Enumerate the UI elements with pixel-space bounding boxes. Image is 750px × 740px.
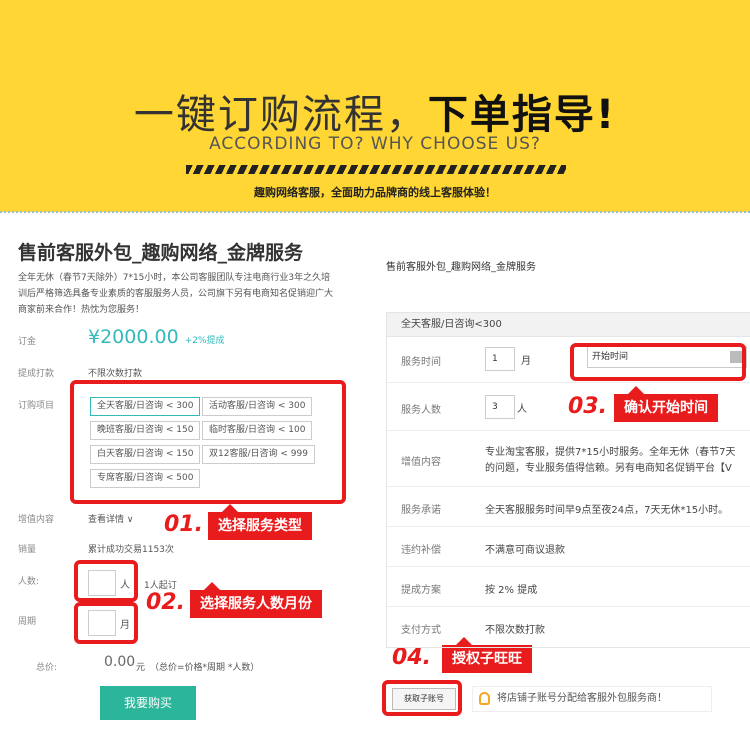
total-value: 0.00: [104, 654, 136, 670]
row-label: 提成方案: [401, 585, 441, 596]
product-title: 售前客服外包_趣购网络_金牌服务: [18, 242, 304, 264]
total-label: 总价:: [36, 663, 58, 673]
banner-title-bold: 下单指导!: [427, 92, 617, 138]
deposit-label: 订金: [18, 337, 37, 347]
buy-button[interactable]: 我要购买: [100, 686, 196, 720]
sales-value: 累计成功交易1153次: [88, 545, 174, 555]
total-unit: 元: [136, 663, 146, 673]
banner-title-light: 一键订购流程，: [133, 92, 428, 138]
addon-text-1: 专业淘宝客服，提供7*15小时服务。全年无休（春节7天: [485, 447, 736, 458]
people-label: 人数:: [18, 577, 40, 587]
deposit-price: ¥2000.00 +2%提成: [88, 326, 225, 348]
service-time-input[interactable]: 1: [485, 347, 515, 371]
form-row: 服务人数 3 人: [387, 383, 750, 431]
banner-tagline: 趣购网络客服，全面助力品牌商的线上客服体验！: [254, 186, 496, 199]
row-label: 服务人数: [401, 405, 441, 416]
banner-stripe: [186, 165, 566, 174]
row-label: 支付方式: [401, 625, 441, 636]
tip-text: 将店铺子账号分配给客服外包服务商！: [497, 693, 667, 704]
sales-label: 销量: [18, 545, 37, 555]
banner-title: 一键订购流程，下单指导!: [0, 82, 750, 140]
form-row: 提成方案 按 2% 提成: [387, 567, 750, 607]
form-header: 全天客服/日咨询<300: [387, 313, 750, 337]
row-label: 服务时间: [401, 357, 441, 368]
row-label: 增值内容: [401, 457, 441, 468]
service-people-unit: 人: [517, 404, 527, 415]
row-value: 按 2% 提成: [485, 585, 538, 596]
total-formula: （总价=价格*周期 *人数）: [150, 663, 260, 673]
addon-label: 增值内容: [18, 515, 55, 525]
header-banner: 一键订购流程，下单指导! ACCORDING TO? WHY CHOOSE US…: [0, 0, 750, 212]
tip-banner: 将店铺子账号分配给客服外包服务商！: [472, 686, 712, 712]
highlight-box-subaccount: [382, 680, 462, 716]
service-time-unit: 月: [521, 356, 531, 367]
form-row: 服务承诺 全天客服服务时间早9点至夜24点，7天无休*15小时。: [387, 487, 750, 527]
bargain-value: 不限次数打款: [88, 369, 143, 379]
form-row: 增值内容 专业淘宝客服，提供7*15小时服务。全年无休（春节7天 的问题，专业服…: [387, 431, 750, 487]
lightbulb-icon: [479, 692, 490, 705]
order-form-panel: 售前客服外包_趣购网络_金牌服务 全天客服/日咨询<300 服务时间 1 月 开…: [376, 214, 750, 740]
highlight-box-items: [70, 380, 346, 504]
product-description: 全年无休（春节7天除外）7*15小时，本公司客服团队专注电商行业3年之久培训后严…: [18, 273, 334, 315]
row-label: 违约补偿: [401, 545, 441, 556]
row-value: 不满意可商议退款: [485, 545, 565, 556]
bargain-label: 提成打款: [18, 369, 55, 379]
highlight-box-people: [74, 560, 138, 602]
highlight-box-period: [74, 602, 138, 644]
row-value: 全天客服服务时间早9点至夜24点，7天无休*15小时。: [485, 505, 729, 516]
product-panel: 售前客服外包_趣购网络_金牌服务 全年无休（春节7天除外）7*15小时，本公司客…: [0, 214, 360, 740]
divider: [0, 211, 750, 213]
addon-details-link[interactable]: 查看详情 ∨: [88, 512, 133, 525]
callout-number: 01.: [164, 512, 203, 537]
row-value: 不限次数打款: [485, 625, 545, 636]
service-people-input[interactable]: 3: [485, 395, 515, 419]
row-label: 服务承诺: [401, 505, 441, 516]
banner-subtitle: ACCORDING TO? WHY CHOOSE US?: [209, 134, 541, 154]
addon-text-2: 的问题，专业服务值得信赖。另有电商知名促销平台【V: [485, 463, 732, 474]
callout-number: 02.: [146, 590, 185, 615]
deposit-value: ¥2000.00: [88, 326, 179, 348]
callout-label: 选择服务类型: [208, 504, 312, 540]
form-row: 支付方式 不限次数打款: [387, 607, 750, 647]
form-row: 违约补偿 不满意可商议退款: [387, 527, 750, 567]
deposit-note: +2%提成: [184, 336, 225, 346]
highlight-box-start-time: [570, 343, 746, 381]
form-title: 售前客服外包_趣购网络_金牌服务: [386, 262, 536, 273]
period-label: 周期: [18, 617, 37, 627]
items-label: 订购项目: [18, 401, 55, 411]
callout-label: 选择服务人数月份: [190, 582, 322, 618]
